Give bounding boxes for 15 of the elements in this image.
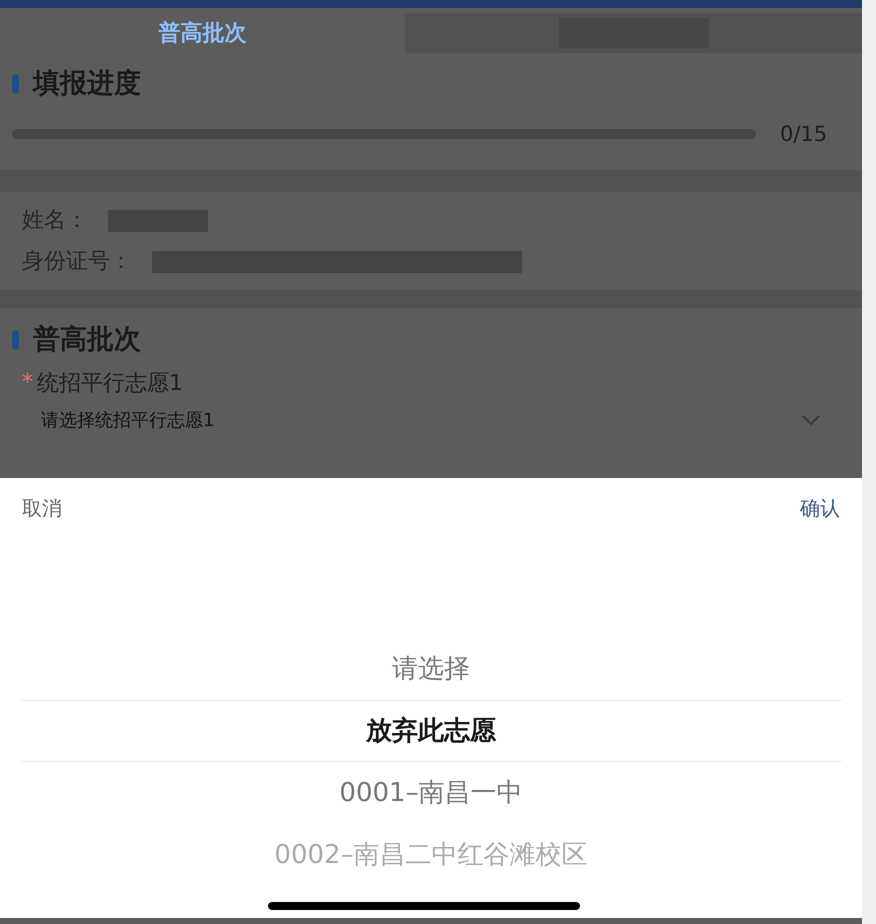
section-title: 填报进度 bbox=[33, 67, 141, 101]
progress-count: 0/15 bbox=[780, 120, 828, 148]
section-title: 普高批次 bbox=[33, 323, 141, 357]
section-marker-icon bbox=[12, 330, 19, 350]
section-marker-icon bbox=[12, 74, 19, 94]
confirm-button[interactable]: 确认 bbox=[800, 493, 840, 523]
picker-option[interactable]: 请选择 bbox=[20, 638, 842, 700]
chevron-down-icon bbox=[801, 414, 821, 426]
picker-option[interactable]: 放弃此志愿 bbox=[20, 700, 842, 762]
picker-option[interactable]: 0002–南昌二中红谷滩校区 bbox=[20, 824, 842, 886]
cancel-button[interactable]: 取消 bbox=[22, 493, 62, 523]
picker-option[interactable]: 0001–南昌一中 bbox=[20, 762, 842, 824]
required-mark-icon: * bbox=[22, 372, 33, 394]
field-label: 统招平行志愿1 bbox=[37, 370, 183, 398]
tab[interactable]: 普高批次 bbox=[0, 8, 405, 58]
